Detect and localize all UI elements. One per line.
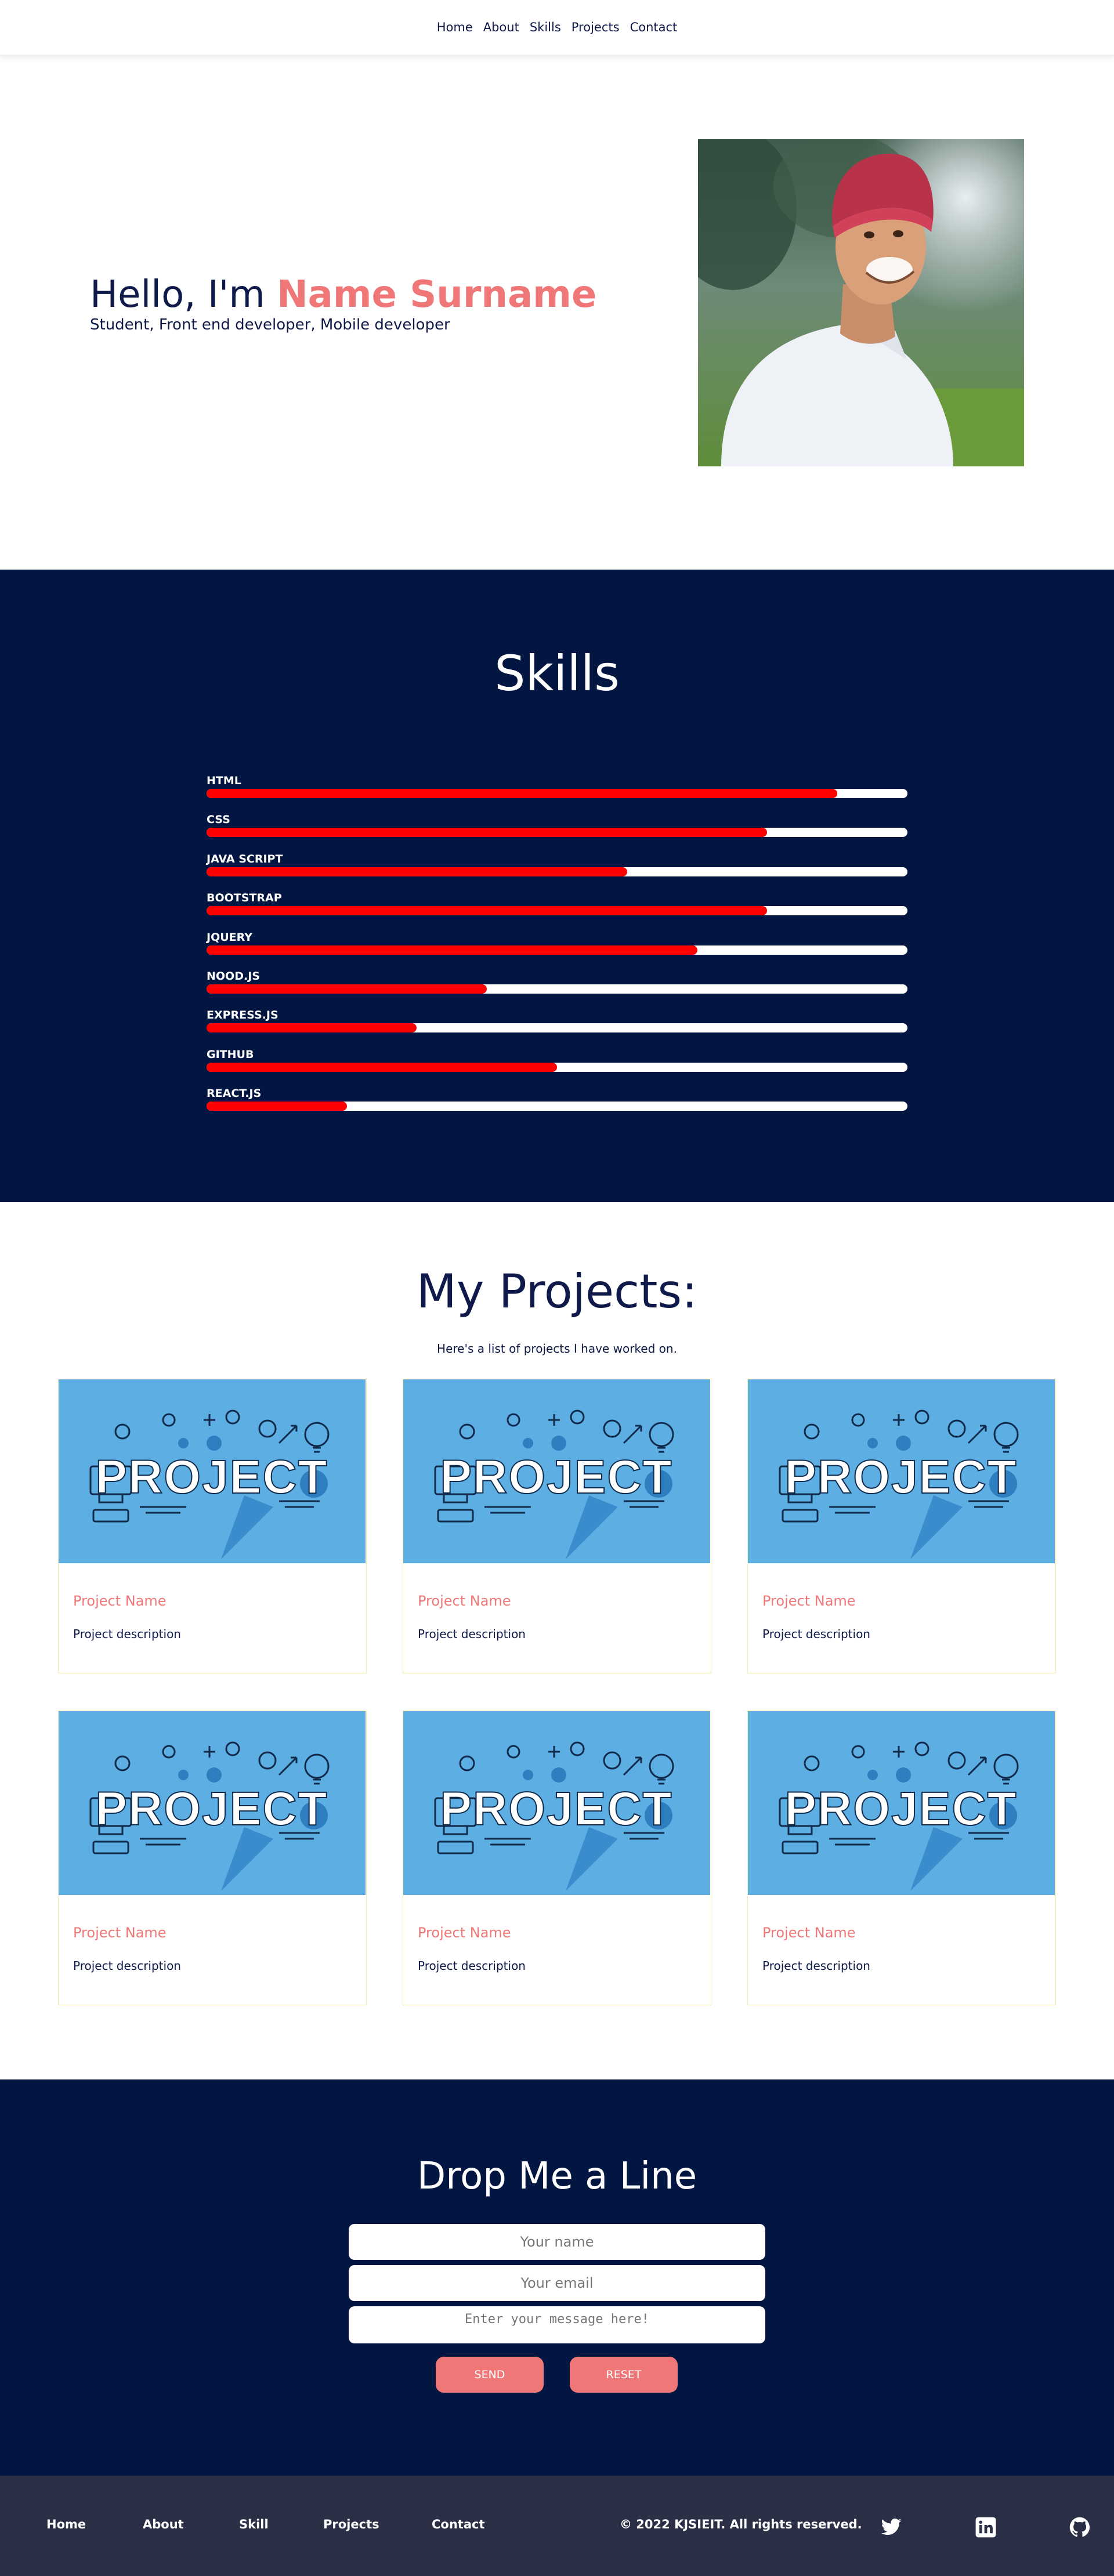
- skill-label: EXPRESS.JS: [207, 1009, 278, 1022]
- footer: Home About Skill Projects Contact © 2022…: [0, 2476, 1114, 2576]
- project-name[interactable]: Project Name: [418, 1593, 511, 1609]
- hero-greeting: Hello, I'm: [90, 273, 277, 316]
- skill-label: JAVA SCRIPT: [207, 852, 283, 865]
- send-button[interactable]: SEND: [436, 2357, 544, 2393]
- project-description: Project description: [762, 1627, 870, 1641]
- skill-progress-fill: [207, 984, 487, 994]
- footer-link-contact[interactable]: Contact: [432, 2517, 485, 2531]
- reset-button[interactable]: RESET: [570, 2357, 678, 2393]
- contact-title: Drop Me a Line: [417, 2155, 697, 2198]
- skill-progress-fill: [207, 789, 838, 798]
- project-description: Project description: [418, 1959, 526, 1973]
- skills-section: Skills HTML CSS JAVA SCRIPT BOOTSTRAP JQUERY…: [0, 570, 1114, 1202]
- top-nav: Home About Skills Projects Contact: [0, 0, 1114, 55]
- skill-progress-track: [207, 1062, 907, 1072]
- name-input[interactable]: [349, 2224, 765, 2260]
- projects-subtitle: Here's a list of projects I have worked …: [437, 1342, 677, 1356]
- github-icon[interactable]: [1069, 2516, 1091, 2538]
- project-description: Project description: [762, 1959, 870, 1973]
- nav-link-projects[interactable]: Projects: [572, 20, 620, 34]
- project-name[interactable]: Project Name: [73, 1593, 167, 1609]
- skill-row: CSS: [207, 813, 907, 852]
- contact-section: Drop Me a Line SEND RESET: [0, 2079, 1114, 2476]
- skill-label: JQUERY: [207, 930, 252, 944]
- hero-heading: Hello, I'm Name Surname: [90, 271, 596, 318]
- skill-progress-track: [207, 789, 907, 798]
- nav-link-home[interactable]: Home: [437, 20, 473, 34]
- project-card[interactable]: PROJECT Project Name Project description: [58, 1711, 367, 2005]
- skill-label: GITHUB: [207, 1048, 254, 1061]
- linkedin-icon[interactable]: [975, 2516, 997, 2538]
- project-thumbnail: PROJECT: [748, 1711, 1055, 1895]
- skills-title: Skills: [494, 645, 620, 702]
- nav-link-skills[interactable]: Skills: [530, 20, 561, 34]
- skill-progress-track: [207, 1023, 907, 1033]
- profile-photo: [698, 139, 1024, 466]
- project-thumbnail-text: PROJECT: [95, 1782, 328, 1835]
- skill-progress-fill: [207, 867, 627, 876]
- skill-label: BOOTSTRAP: [207, 892, 282, 905]
- skill-list: HTML CSS JAVA SCRIPT BOOTSTRAP JQUERY NOOD.JS…: [207, 774, 907, 1126]
- project-card[interactable]: PROJECT Project Name Project description: [58, 1379, 367, 1673]
- skill-row: JQUERY: [207, 930, 907, 969]
- project-card[interactable]: PROJECT Project Name Project description: [403, 1711, 711, 2005]
- hero-name: Name Surname: [277, 273, 597, 316]
- skill-progress-track: [207, 984, 907, 994]
- skill-progress-track: [207, 1102, 907, 1111]
- project-description: Project description: [73, 1627, 181, 1641]
- skill-label: REACT.JS: [207, 1087, 262, 1100]
- project-thumbnail: PROJECT: [59, 1379, 366, 1563]
- skill-row: BOOTSTRAP: [207, 891, 907, 930]
- skill-row: REACT.JS: [207, 1086, 907, 1125]
- project-thumbnail-text: PROJECT: [440, 1782, 672, 1835]
- projects-title: My Projects:: [416, 1265, 698, 1318]
- hero-subtitle: Student, Front end developer, Mobile dev…: [90, 316, 450, 334]
- skill-row: EXPRESS.JS: [207, 1008, 907, 1047]
- skill-row: HTML: [207, 774, 907, 813]
- footer-link-home[interactable]: Home: [46, 2517, 86, 2531]
- nav-link-about[interactable]: About: [483, 20, 519, 34]
- project-thumbnail-text: PROJECT: [784, 1451, 1017, 1503]
- skill-progress-fill: [207, 1062, 557, 1072]
- skill-progress-fill: [207, 828, 768, 838]
- project-thumbnail: PROJECT: [59, 1711, 366, 1895]
- footer-link-projects[interactable]: Projects: [323, 2517, 379, 2531]
- project-thumbnail-text: PROJECT: [440, 1451, 672, 1503]
- project-thumbnail-text: PROJECT: [95, 1451, 328, 1503]
- project-card[interactable]: PROJECT Project Name Project description: [747, 1711, 1056, 2005]
- skill-progress-track: [207, 867, 907, 876]
- project-name[interactable]: Project Name: [762, 1593, 856, 1609]
- skill-row: NOOD.JS: [207, 969, 907, 1008]
- project-name[interactable]: Project Name: [73, 1925, 167, 1941]
- project-description: Project description: [73, 1959, 181, 1973]
- copyright-text: © 2022 KJSIEIT. All rights reserved.: [620, 2517, 862, 2531]
- project-thumbnail: PROJECT: [748, 1379, 1055, 1563]
- project-name[interactable]: Project Name: [418, 1925, 511, 1941]
- twitter-icon[interactable]: [880, 2516, 902, 2538]
- skill-progress-track: [207, 828, 907, 838]
- project-card[interactable]: PROJECT Project Name Project description: [403, 1379, 711, 1673]
- project-thumbnail-text: PROJECT: [784, 1782, 1017, 1835]
- footer-link-skill[interactable]: Skill: [239, 2517, 269, 2531]
- skill-row: GITHUB: [207, 1048, 907, 1086]
- project-card[interactable]: PROJECT Project Name Project description: [747, 1379, 1056, 1673]
- nav-link-contact[interactable]: Contact: [630, 20, 678, 34]
- skill-progress-fill: [207, 945, 697, 955]
- project-name[interactable]: Project Name: [762, 1925, 856, 1941]
- project-thumbnail: PROJECT: [403, 1379, 710, 1563]
- skill-progress-fill: [207, 1023, 417, 1033]
- message-textarea[interactable]: [349, 2306, 765, 2343]
- project-description: Project description: [418, 1627, 526, 1641]
- skill-progress-track: [207, 945, 907, 955]
- skill-label: NOOD.JS: [207, 969, 260, 983]
- footer-link-about[interactable]: About: [143, 2517, 184, 2531]
- skill-row: JAVA SCRIPT: [207, 852, 907, 891]
- project-thumbnail: PROJECT: [403, 1711, 710, 1895]
- email-input[interactable]: [349, 2265, 765, 2301]
- skill-label: HTML: [207, 774, 241, 787]
- skill-progress-fill: [207, 906, 768, 916]
- skill-label: CSS: [207, 813, 230, 827]
- skill-progress-track: [207, 906, 907, 916]
- skill-progress-fill: [207, 1102, 347, 1111]
